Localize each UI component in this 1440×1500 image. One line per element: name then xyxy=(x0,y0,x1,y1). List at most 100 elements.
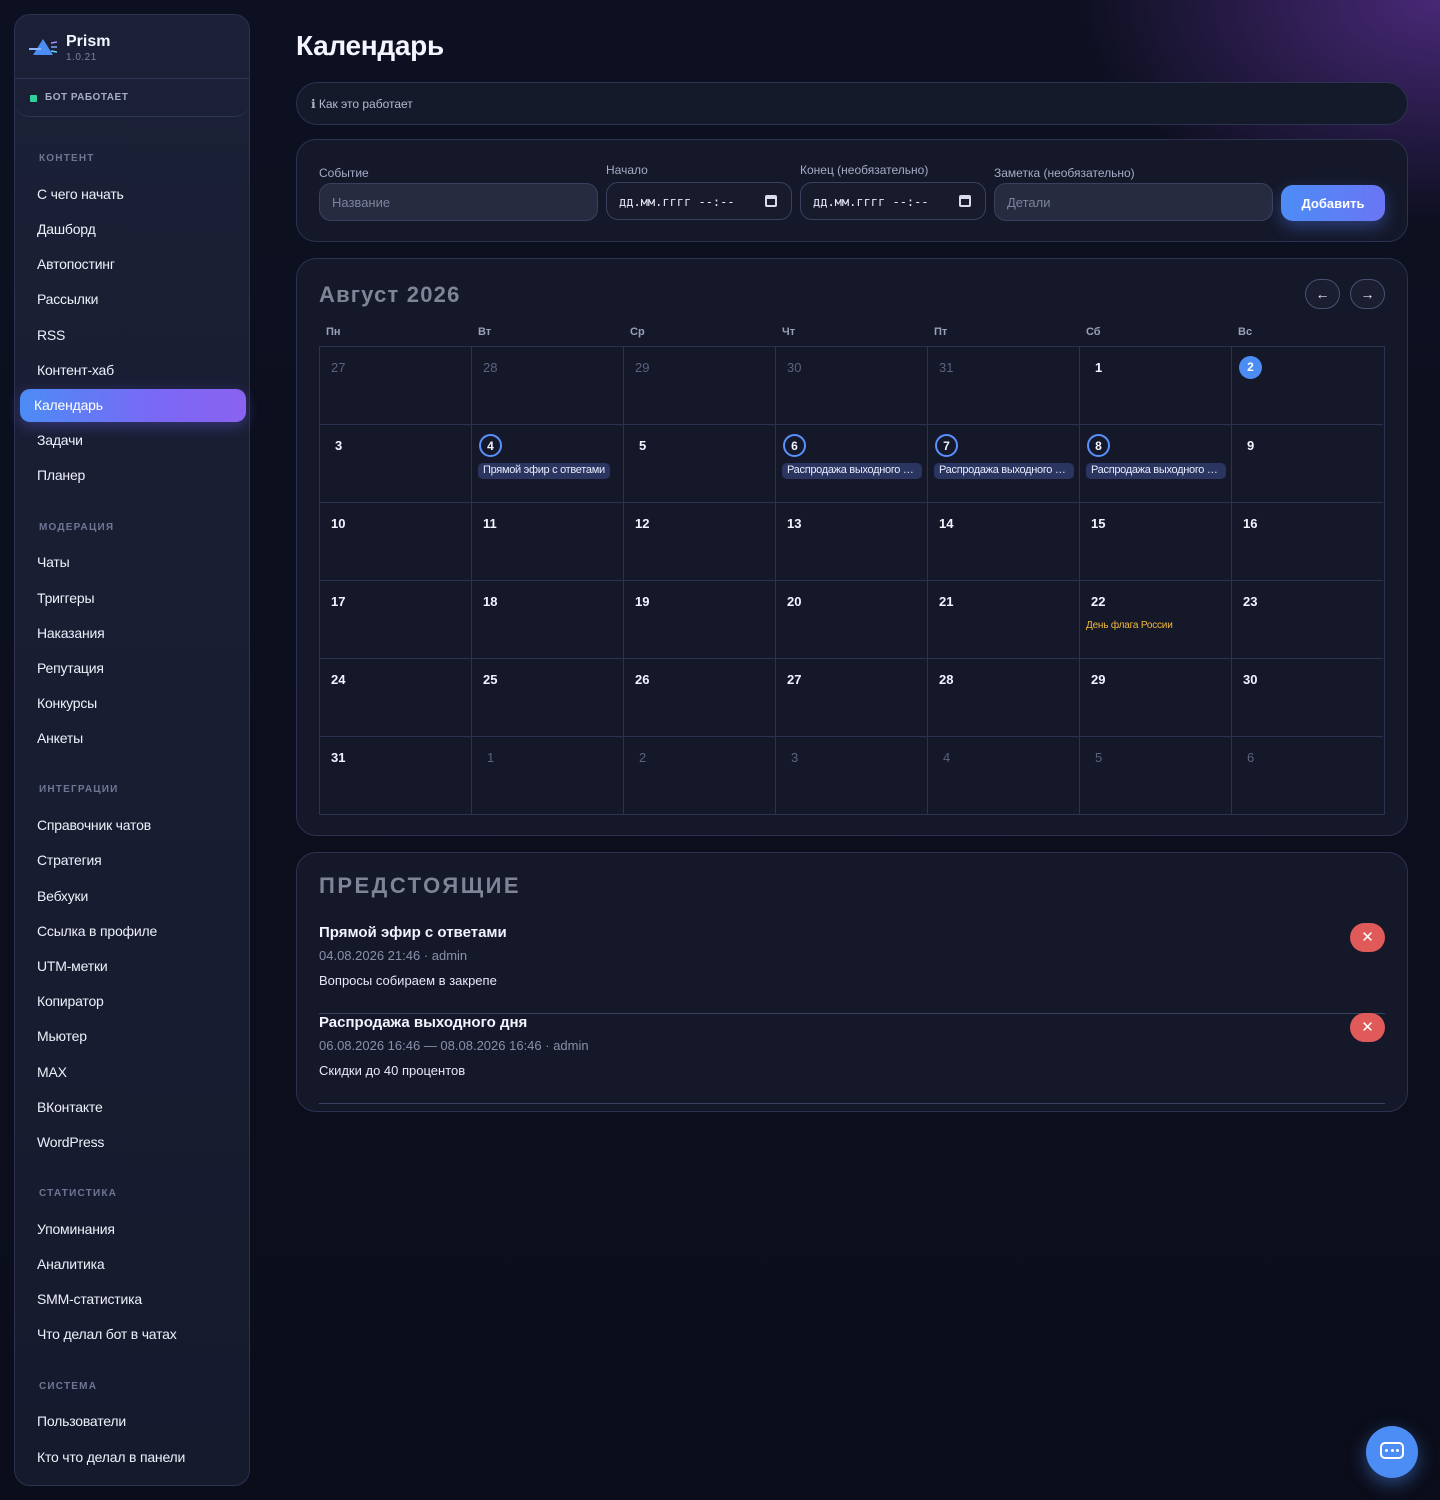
sidebar-item-smm-stats[interactable]: SMM-статистика xyxy=(20,1283,246,1316)
calendar-day-cell[interactable]: 19 xyxy=(624,581,776,659)
calendar-day-cell[interactable]: 2 xyxy=(624,737,776,814)
calendar-day-cell[interactable]: 28 xyxy=(472,347,624,425)
sidebar-item-profile-link[interactable]: Ссылка в профиле xyxy=(20,915,246,948)
sidebar-item-planner[interactable]: Планер xyxy=(20,459,246,492)
brand[interactable]: Prism 1.0.21 xyxy=(15,15,249,79)
sidebar-item-audit-log[interactable]: Кто что делал в панели xyxy=(20,1441,246,1474)
sidebar-item-punishments[interactable]: Наказания xyxy=(20,617,246,650)
add-event-button[interactable]: Добавить xyxy=(1281,185,1385,221)
sidebar-item-contests[interactable]: Конкурсы xyxy=(20,687,246,720)
next-month-button[interactable]: → xyxy=(1350,279,1385,309)
sidebar-item-getting-started[interactable]: С чего начать xyxy=(20,178,246,211)
weekday-wed: Ср xyxy=(630,326,645,338)
calendar-day-cell[interactable]: 3 xyxy=(320,425,472,503)
calendar-day-cell[interactable]: 28 xyxy=(928,659,1080,737)
calendar-day-cell[interactable]: 16 xyxy=(1232,503,1383,581)
sidebar-item-rss[interactable]: RSS xyxy=(20,319,246,352)
calendar-day-cell[interactable]: 26 xyxy=(624,659,776,737)
start-datetime-input[interactable]: дд.мм.гггг --:-- xyxy=(606,182,792,220)
calendar-day-cell[interactable]: 6 Распродажа выходного дня xyxy=(776,425,928,503)
calendar-day-cell[interactable]: 13 xyxy=(776,503,928,581)
delete-event-button[interactable]: ✕ xyxy=(1350,923,1385,952)
sidebar-item-autoposting[interactable]: Автопостинг xyxy=(20,248,246,281)
sidebar-item-calendar[interactable]: Календарь xyxy=(20,389,246,422)
calendar-day-cell[interactable]: 5 xyxy=(624,425,776,503)
sidebar-item-chats[interactable]: Чаты xyxy=(20,546,246,579)
calendar-day-cell[interactable]: 9 xyxy=(1232,425,1383,503)
sidebar-item-reputation[interactable]: Репутация xyxy=(20,652,246,685)
calendar-day-cell[interactable]: 4 Прямой эфир с ответами xyxy=(472,425,624,503)
calendar-day-cell[interactable]: 14 xyxy=(928,503,1080,581)
calendar-day-cell[interactable]: 18 xyxy=(472,581,624,659)
calendar-day-cell[interactable]: 31 xyxy=(928,347,1080,425)
sidebar-item-analytics[interactable]: Аналитика xyxy=(20,1248,246,1281)
calendar-day-number: 12 xyxy=(635,516,650,531)
sidebar-item-utm[interactable]: UTM-метки xyxy=(20,950,246,983)
calendar-day-cell[interactable]: 8 Распродажа выходного дня xyxy=(1080,425,1232,503)
sidebar-item-mailings[interactable]: Рассылки xyxy=(20,283,246,316)
upcoming-item[interactable]: Прямой эфир с ответами 04.08.2026 21:46 … xyxy=(319,923,1385,1014)
end-datetime-input[interactable]: дд.мм.гггг --:-- xyxy=(800,182,986,220)
calendar-day-cell[interactable]: 7 Распродажа выходного дня xyxy=(928,425,1080,503)
app-version: 1.0.21 xyxy=(66,52,97,63)
event-name-input[interactable]: Название xyxy=(319,183,598,221)
upcoming-item-title: Прямой эфир с ответами xyxy=(319,924,507,941)
calendar-day-cell[interactable]: 15 xyxy=(1080,503,1232,581)
sidebar-item-vk[interactable]: ВКонтакте xyxy=(20,1091,246,1124)
howto-toggle[interactable]: ℹ Как это работает xyxy=(296,82,1408,125)
sidebar-item-max[interactable]: MAX xyxy=(20,1056,246,1089)
note-input[interactable]: Детали xyxy=(994,183,1273,221)
nav-section-content: КОНТЕНТ xyxy=(39,153,95,164)
calendar-icon[interactable] xyxy=(959,195,971,207)
calendar-day-cell[interactable]: 25 xyxy=(472,659,624,737)
calendar-day-cell[interactable]: 11 xyxy=(472,503,624,581)
calendar-day-cell[interactable]: 1 xyxy=(472,737,624,814)
calendar-day-cell[interactable]: 3 xyxy=(776,737,928,814)
calendar-day-cell[interactable]: 21 xyxy=(928,581,1080,659)
calendar-event-chip[interactable]: Распродажа выходного дня xyxy=(782,463,922,479)
sidebar-item-bot-activity[interactable]: Что делал бот в чатах xyxy=(20,1318,246,1351)
chat-button[interactable] xyxy=(1366,1426,1418,1478)
calendar-day-cell[interactable]: 29 xyxy=(624,347,776,425)
calendar-icon[interactable] xyxy=(765,195,777,207)
calendar-day-cell[interactable]: 20 xyxy=(776,581,928,659)
calendar-day-cell[interactable]: 17 xyxy=(320,581,472,659)
sidebar-item-muter[interactable]: Мьютер xyxy=(20,1020,246,1053)
sidebar-item-content-hub[interactable]: Контент-хаб xyxy=(20,354,246,387)
sidebar-item-chat-directory[interactable]: Справочник чатов xyxy=(20,809,246,842)
calendar-day-cell[interactable]: 4 xyxy=(928,737,1080,814)
sidebar-item-users[interactable]: Пользователи xyxy=(20,1405,246,1438)
delete-event-button[interactable]: ✕ xyxy=(1350,1013,1385,1042)
sidebar-item-copier[interactable]: Копиратор xyxy=(20,985,246,1018)
sidebar-item-mentions[interactable]: Упоминания xyxy=(20,1213,246,1246)
sidebar-item-tasks[interactable]: Задачи xyxy=(20,424,246,457)
calendar-day-cell[interactable]: 29 xyxy=(1080,659,1232,737)
sidebar-item-triggers[interactable]: Триггеры xyxy=(20,582,246,615)
calendar-event-chip[interactable]: Прямой эфир с ответами xyxy=(478,463,610,479)
calendar-day-number: 2 xyxy=(639,750,647,765)
sidebar-item-forms[interactable]: Анкеты xyxy=(20,722,246,755)
calendar-day-cell[interactable]: 12 xyxy=(624,503,776,581)
calendar-day-number: 30 xyxy=(1243,672,1258,687)
calendar-day-cell[interactable]: 27 xyxy=(776,659,928,737)
calendar-day-cell[interactable]: 23 xyxy=(1232,581,1383,659)
calendar-day-cell[interactable]: 1 xyxy=(1080,347,1232,425)
sidebar-item-wordpress[interactable]: WordPress xyxy=(20,1126,246,1159)
prev-month-button[interactable]: ← xyxy=(1305,279,1340,309)
calendar-day-cell[interactable]: 31 xyxy=(320,737,472,814)
calendar-day-cell[interactable]: 5 xyxy=(1080,737,1232,814)
sidebar-item-dashboard[interactable]: Дашборд xyxy=(20,213,246,246)
calendar-event-chip[interactable]: Распродажа выходного дня xyxy=(1086,463,1226,479)
sidebar-item-strategy[interactable]: Стратегия xyxy=(20,844,246,877)
calendar-day-cell[interactable]: 24 xyxy=(320,659,472,737)
calendar-day-cell[interactable]: 22 День флага России xyxy=(1080,581,1232,659)
sidebar-item-webhooks[interactable]: Вебхуки xyxy=(20,880,246,913)
calendar-day-cell[interactable]: 30 xyxy=(776,347,928,425)
calendar-event-chip[interactable]: Распродажа выходного дня xyxy=(934,463,1074,479)
upcoming-item[interactable]: Распродажа выходного дня 06.08.2026 16:4… xyxy=(319,1013,1385,1104)
calendar-day-cell[interactable]: 27 xyxy=(320,347,472,425)
calendar-day-cell[interactable]: 10 xyxy=(320,503,472,581)
calendar-day-cell[interactable]: 6 xyxy=(1232,737,1383,814)
calendar-day-cell[interactable]: 2 xyxy=(1232,347,1383,425)
calendar-day-cell[interactable]: 30 xyxy=(1232,659,1383,737)
